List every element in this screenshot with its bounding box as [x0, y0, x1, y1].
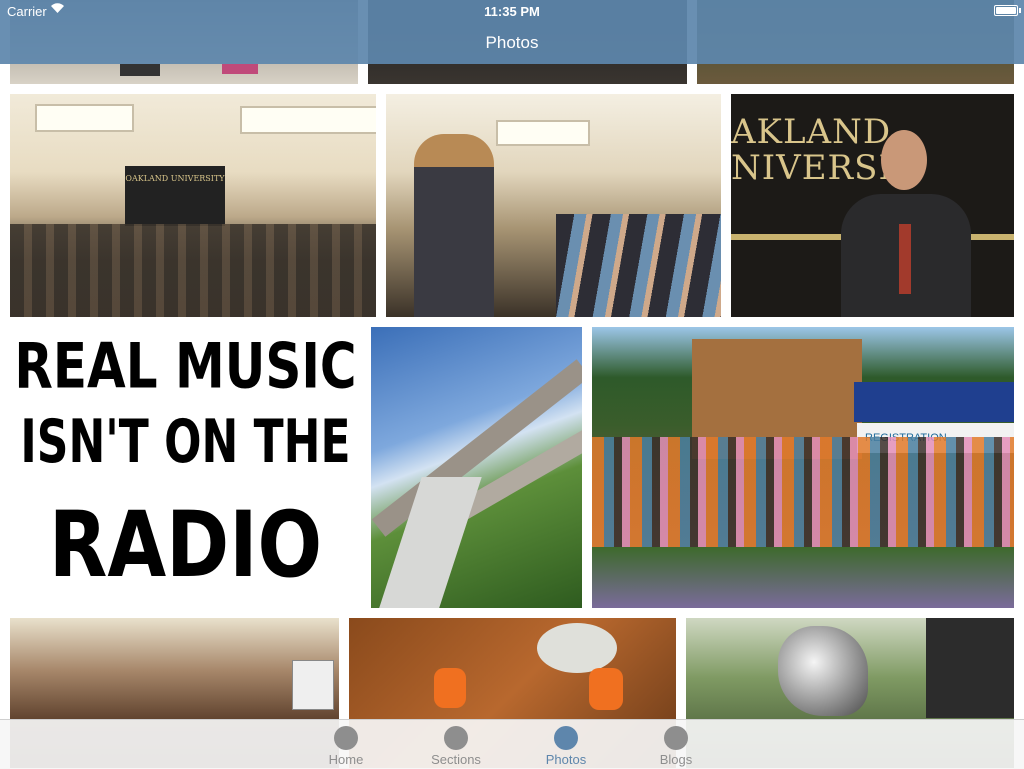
oakland-sign: OAKLAND UNIVERSITY — [125, 174, 225, 183]
tab-sections[interactable]: Sections — [416, 720, 496, 769]
poster-line-3: RADIO — [48, 491, 323, 598]
circle-icon — [554, 726, 578, 750]
whiteboard — [292, 660, 334, 710]
poster-line-2: ISN'T ON THE — [20, 407, 351, 477]
podium-sign: AKLAND NIVERSIT — [731, 112, 917, 188]
round-table — [537, 623, 617, 673]
orange-shirt-2 — [589, 668, 623, 710]
shoes-detail — [120, 64, 160, 76]
circle-icon — [444, 726, 468, 750]
ceiling-light — [496, 120, 590, 146]
stage-backdrop: OAKLAND UNIVERSITY — [125, 166, 225, 226]
page-title: Photos — [485, 33, 539, 52]
speaker-tie — [899, 224, 911, 294]
car-body — [926, 618, 1014, 718]
photo-tile-registration[interactable]: REGISTRATION — [592, 327, 1014, 608]
tab-bar: Home Sections Photos Blogs — [0, 719, 1024, 769]
circle-icon — [664, 726, 688, 750]
seated-people — [556, 214, 721, 317]
photo-tile-poster[interactable]: REAL MUSIC ISN'T ON THE RADIO — [10, 327, 361, 608]
poster-line-1: REAL MUSIC — [14, 329, 357, 403]
ceiling-light-2 — [240, 106, 376, 134]
woman-silhouette — [414, 134, 494, 317]
tab-label: Photos — [545, 752, 587, 767]
shoes-detail-2 — [222, 64, 258, 74]
tab-label: Home — [328, 752, 364, 767]
flower-bed — [592, 547, 1014, 608]
tab-label: Blogs — [659, 752, 693, 767]
photo-tile-sculpture[interactable] — [371, 327, 582, 608]
navigation-bar: Carrier 11:35 PM Photos — [0, 0, 1024, 64]
tab-home[interactable]: Home — [306, 720, 386, 769]
chrome-ornament — [778, 626, 868, 716]
tab-label: Sections — [431, 752, 481, 767]
speaker-body — [841, 194, 971, 317]
orange-shirt — [434, 668, 466, 708]
photo-tile-speaker[interactable]: AKLAND NIVERSIT — [731, 94, 1014, 317]
audience — [10, 224, 376, 317]
photo-tile-ballroom-wide[interactable]: OAKLAND UNIVERSITY — [10, 94, 376, 317]
circle-icon — [334, 726, 358, 750]
ramp — [376, 477, 482, 608]
tab-photos[interactable]: Photos — [526, 720, 606, 769]
battery-icon — [994, 5, 1021, 16]
ceiling-light — [35, 104, 134, 132]
tab-blogs[interactable]: Blogs — [636, 720, 716, 769]
crowd — [592, 437, 1014, 547]
speaker-head — [881, 130, 927, 190]
blue-tent — [854, 382, 1014, 422]
status-bar: Carrier 11:35 PM — [0, 0, 1024, 22]
photo-tile-ballroom-side[interactable] — [386, 94, 721, 317]
status-time: 11:35 PM — [484, 4, 540, 19]
